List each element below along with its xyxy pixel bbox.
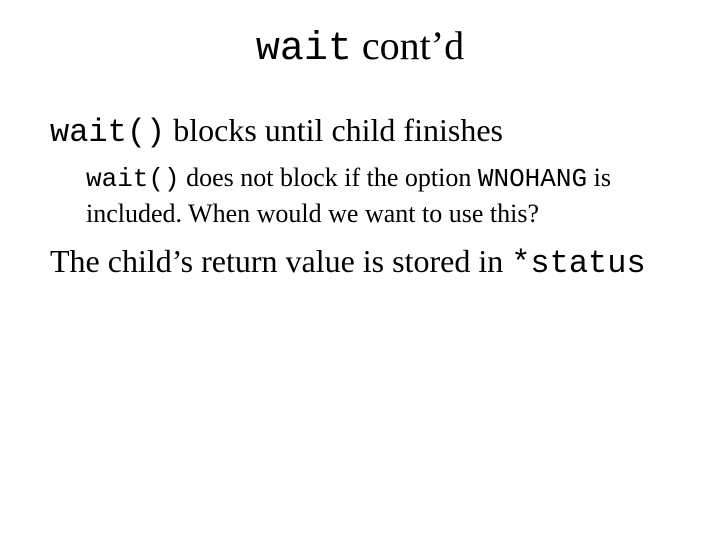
sub-bullet-1-mid: does not block if the option [180,163,478,192]
title-code: wait [256,27,352,72]
sub-bullet-1: wait() does not block if the option WNOH… [86,161,670,231]
slide: wait cont’d wait() blocks until child fi… [0,0,720,540]
slide-body: wait() blocks until child finishes wait(… [50,110,670,284]
bullet-2: The child’s return value is stored in *s… [50,241,670,284]
bullet-2-lead: The child’s return value is stored in [50,243,511,279]
bullet-1-text: blocks until child finishes [165,112,503,148]
bullet-1-code: wait() [50,114,165,151]
bullet-1: wait() blocks until child finishes [50,110,670,153]
title-rest: cont’d [352,23,464,68]
bullet-2-code: *status [511,245,645,282]
sub-bullet-1-code-wait: wait() [86,164,180,194]
sub-bullet-1-code-wnohang: WNOHANG [478,164,587,194]
slide-title: wait cont’d [0,24,720,72]
